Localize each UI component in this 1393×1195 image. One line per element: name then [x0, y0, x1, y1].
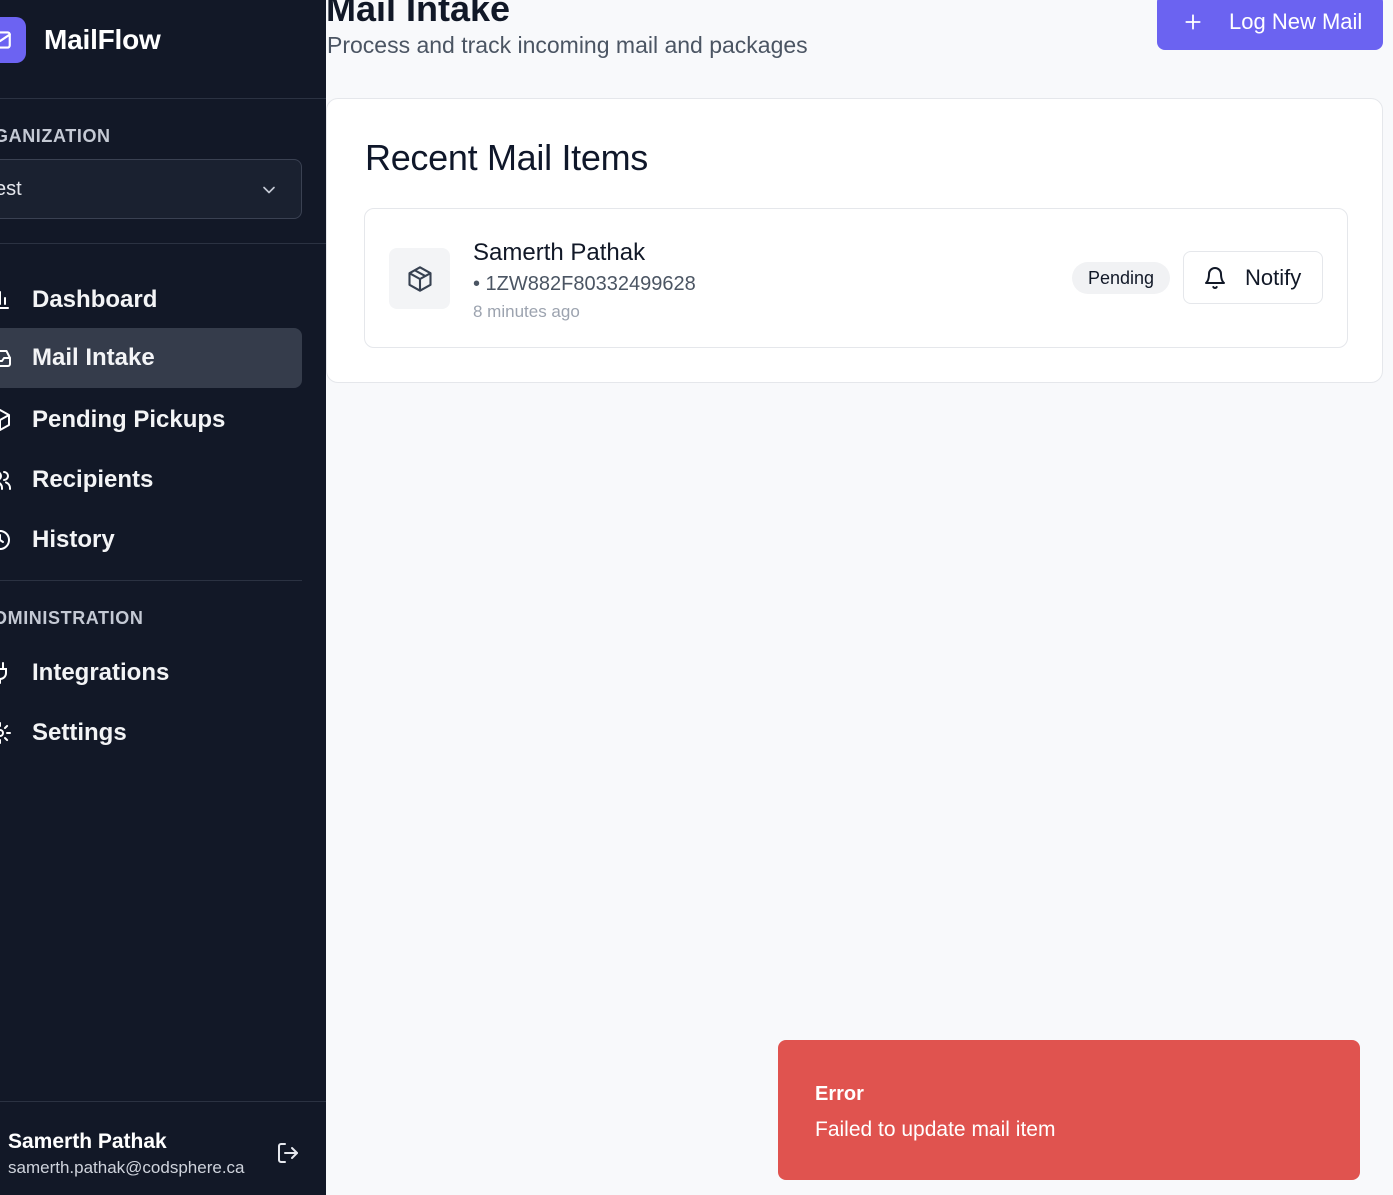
- user-info: Samerth Pathak samerth.pathak@codsphere.…: [8, 1130, 245, 1178]
- status-badge: Pending: [1072, 262, 1171, 294]
- mail-logo-icon: [0, 17, 26, 63]
- notify-label: Notify: [1245, 264, 1302, 290]
- divider: [0, 1101, 326, 1102]
- nav-label: Integrations: [32, 659, 170, 686]
- nav-item-pending-pickups[interactable]: Pending Pickups: [0, 390, 302, 450]
- package-icon: [389, 248, 450, 309]
- app-name: MailFlow: [44, 24, 161, 55]
- nav-item-settings[interactable]: Settings: [0, 703, 302, 763]
- mail-item[interactable]: Samerth Pathak • 1ZW882F80332499628 8 mi…: [364, 208, 1348, 348]
- organization-label: GANIZATION: [0, 126, 111, 146]
- nav-label: Dashboard: [32, 286, 158, 313]
- nav-item-dashboard[interactable]: Dashboard: [0, 270, 302, 330]
- nav-item-mail-intake[interactable]: Mail Intake: [0, 328, 302, 388]
- users-icon: [0, 466, 14, 494]
- recipient-name: Samerth Pathak: [473, 239, 646, 266]
- toast-message: Failed to update mail item: [815, 1118, 1056, 1141]
- plug-icon: [0, 659, 14, 687]
- organization-select[interactable]: est: [0, 159, 302, 219]
- bell-icon: [1205, 266, 1225, 289]
- inbox-icon: [0, 344, 14, 372]
- log-new-mail-label: Log New Mail: [1229, 9, 1363, 34]
- log-new-mail-button[interactable]: Log New Mail: [1157, 0, 1383, 50]
- error-toast[interactable]: Error Failed to update mail item: [778, 1040, 1360, 1180]
- recent-mail-card: Recent Mail Items Samerth Pathak • 1ZW88…: [326, 98, 1383, 383]
- page-subtitle: Process and track incoming mail and pack…: [327, 32, 808, 58]
- user-email: samerth.pathak@codsphere.ca: [8, 1158, 245, 1177]
- bar-chart-icon: [0, 286, 14, 314]
- user-name: Samerth Pathak: [8, 1130, 167, 1153]
- nav-label: Mail Intake: [32, 344, 155, 371]
- nav-item-recipients[interactable]: Recipients: [0, 450, 302, 510]
- brand[interactable]: MailFlow: [0, 17, 161, 63]
- received-time: 8 minutes ago: [473, 302, 580, 321]
- toast-title: Error: [815, 1083, 864, 1105]
- clock-icon: [0, 526, 14, 554]
- divider: [0, 98, 326, 99]
- nav-item-history[interactable]: History: [0, 510, 302, 570]
- divider: [0, 580, 302, 581]
- administration-label: DMINISTRATION: [0, 608, 144, 628]
- plus-icon: [1185, 14, 1201, 30]
- nav-item-integrations[interactable]: Integrations: [0, 643, 302, 703]
- tracking-number: • 1ZW882F80332499628: [473, 273, 696, 295]
- gear-icon: [0, 719, 14, 747]
- chevron-down-icon: [263, 186, 275, 194]
- card-title: Recent Mail Items: [365, 137, 648, 178]
- page-title: Mail Intake: [326, 0, 511, 29]
- sidebar: MailFlow GANIZATION est Dashboard Mail I…: [0, 0, 326, 1195]
- nav-label: History: [32, 526, 115, 553]
- notify-button[interactable]: Notify: [1183, 251, 1323, 304]
- nav-label: Recipients: [32, 466, 154, 493]
- nav-label: Settings: [32, 719, 127, 746]
- logout-icon[interactable]: [276, 1141, 300, 1165]
- package-icon: [0, 406, 14, 434]
- divider: [0, 243, 326, 244]
- nav-label: Pending Pickups: [32, 406, 226, 433]
- organization-value: est: [0, 177, 22, 200]
